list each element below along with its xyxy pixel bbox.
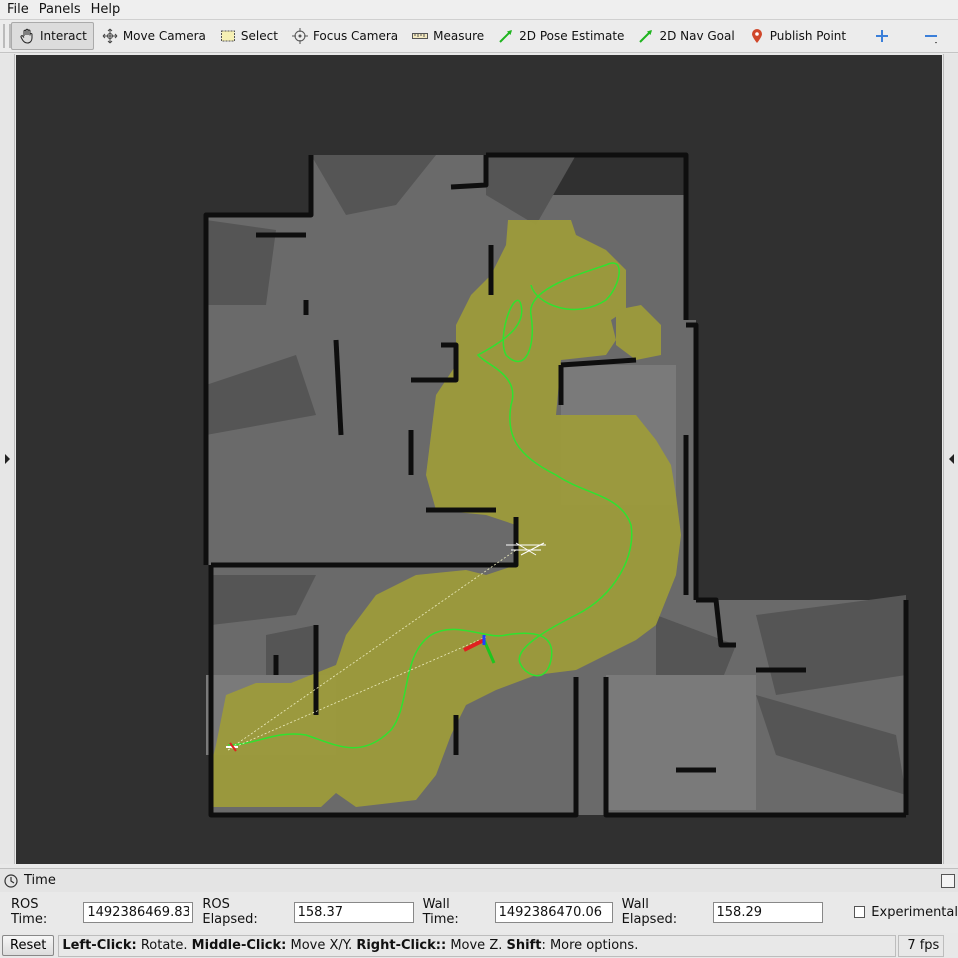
rviz-window: File Panels Help Interact Move Camera Se… — [0, 0, 958, 958]
hint-left-click: Left-Click: — [62, 938, 137, 953]
ros-time-label: ROS Time: — [11, 897, 48, 927]
add-tool-button[interactable] — [867, 22, 901, 50]
tool-label: Interact — [40, 29, 87, 43]
status-bar: Reset Left-Click: Rotate. Middle-Click: … — [0, 933, 958, 958]
hint-more-options: : More options. — [541, 938, 639, 953]
undock-panel-button[interactable] — [941, 874, 955, 888]
tool-label: Publish Point — [769, 29, 847, 43]
time-panel-fields: ROS Time: ROS Elapsed: Wall Time: Wall E… — [0, 897, 958, 927]
pose-estimate-arrow-icon — [497, 27, 515, 45]
hint-move-z: Move Z. — [446, 938, 507, 953]
hint-middle-click: Middle-Click: — [191, 938, 287, 953]
wall-time-field[interactable] — [494, 901, 613, 923]
wall-elapsed-label: Wall Elapsed: — [621, 897, 678, 927]
right-dock-toggle[interactable] — [943, 54, 958, 864]
tool-move-camera[interactable]: Move Camera — [95, 22, 212, 50]
wall-time-label: Wall Time: — [422, 897, 459, 927]
experimental-checkbox[interactable] — [853, 906, 866, 918]
map-render — [203, 152, 909, 818]
menu-bar: File Panels Help — [0, 0, 958, 19]
minus-icon — [922, 27, 940, 45]
clock-icon — [4, 873, 18, 888]
expand-right-icon — [4, 454, 10, 464]
select-icon — [219, 27, 237, 45]
hint-rotate: Rotate. — [136, 938, 192, 953]
menu-panels[interactable]: Panels — [35, 0, 85, 19]
focus-camera-icon — [291, 27, 309, 45]
hint-shift: Shift — [506, 938, 542, 953]
tool-publish-point[interactable]: Publish Point — [742, 22, 852, 50]
nav-goal-arrow-icon — [637, 27, 655, 45]
fps-counter: 7 fps — [898, 934, 945, 957]
3d-viewport[interactable] — [16, 55, 942, 864]
measure-icon — [411, 27, 429, 45]
menu-file[interactable]: File — [3, 0, 33, 19]
map-pin-icon — [748, 27, 766, 45]
expand-left-icon — [948, 454, 954, 464]
tool-focus-camera[interactable]: Focus Camera — [285, 22, 404, 50]
ros-time-field[interactable] — [83, 901, 194, 923]
hint-right-click: Right-Click:: — [356, 938, 447, 953]
toolbar-grip-handle[interactable] — [3, 24, 11, 48]
hint-move-xy: Move X/Y. — [286, 938, 357, 953]
move-camera-icon — [101, 27, 119, 45]
experimental-label: Experimental — [871, 904, 958, 920]
time-panel-header: Time — [0, 868, 958, 892]
tool-label: Move Camera — [122, 29, 206, 43]
tool-select[interactable]: Select — [213, 22, 284, 50]
tool-measure[interactable]: Measure — [405, 22, 490, 50]
ros-elapsed-field[interactable] — [293, 901, 414, 923]
left-dock-toggle[interactable] — [0, 54, 15, 864]
plus-icon — [873, 27, 891, 45]
tool-label: Focus Camera — [312, 29, 399, 43]
wall-elapsed-field[interactable] — [712, 901, 823, 923]
tools-toolbar: Interact Move Camera Select Focus Camera… — [0, 19, 958, 53]
mouse-hint-text: Left-Click: Rotate. Middle-Click: Move X… — [58, 934, 897, 957]
tool-interact[interactable]: Interact — [11, 22, 94, 50]
tool-2d-nav-goal[interactable]: 2D Nav Goal — [631, 22, 740, 50]
time-panel-title: Time — [24, 873, 56, 888]
tool-label: 2D Nav Goal — [659, 29, 735, 43]
remove-tool-button[interactable] — [916, 22, 950, 50]
ros-elapsed-label: ROS Elapsed: — [202, 897, 258, 927]
menu-help[interactable]: Help — [87, 0, 125, 19]
reset-button[interactable]: Reset — [2, 935, 55, 956]
hand-icon — [18, 27, 36, 45]
tool-2d-pose-estimate[interactable]: 2D Pose Estimate — [491, 22, 630, 50]
tool-label: 2D Pose Estimate — [519, 29, 625, 43]
tool-label: Select — [240, 29, 278, 43]
tool-label: Measure — [433, 29, 485, 43]
